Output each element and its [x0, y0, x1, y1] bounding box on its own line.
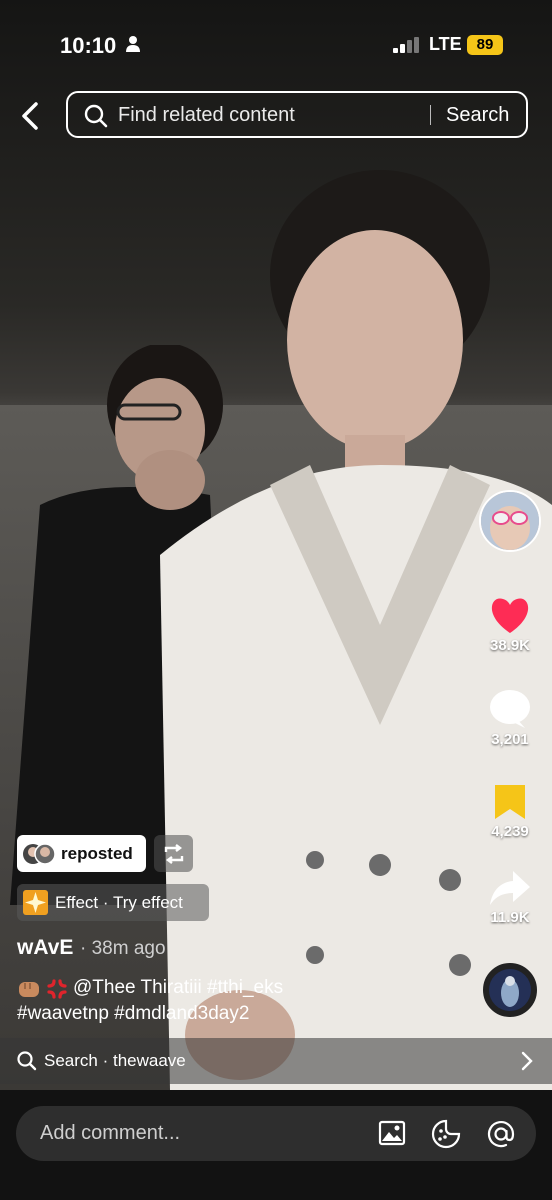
heart-icon [491, 598, 529, 633]
reposter-avatars [23, 843, 55, 865]
back-icon[interactable] [15, 100, 47, 132]
reposted-chip[interactable]: reposted [17, 835, 146, 872]
search-placeholder: Find related content [118, 104, 295, 126]
related-search-label: Search · thewaave [44, 1051, 186, 1070]
video-player-screen: 10:10 LTE 89 Find related content Search [0, 0, 552, 1200]
related-search-bar[interactable]: Search · thewaave [0, 1038, 552, 1084]
battery-indicator: 89 [467, 35, 503, 55]
author-name[interactable]: wAvE [17, 936, 73, 960]
caption-hashtags[interactable]: #waavetnp #dmdland3day2 [17, 1003, 249, 1025]
search-button[interactable]: Search [446, 104, 509, 127]
share-button[interactable]: 11.9K [470, 869, 550, 926]
image-icon[interactable] [378, 1119, 406, 1147]
search-field[interactable]: Find related content Search [66, 91, 528, 138]
search-divider [430, 105, 431, 125]
comment-placeholder: Add comment... [40, 1122, 181, 1144]
effect-icon [23, 890, 48, 915]
share-count: 11.9K [490, 909, 530, 926]
search-icon [17, 1051, 37, 1071]
comment-icon [490, 690, 530, 728]
signal-icon [393, 37, 419, 53]
repost-button[interactable] [154, 835, 193, 872]
save-button[interactable]: 4,239 [470, 783, 550, 840]
bookmark-icon [495, 785, 525, 819]
emoji-icon[interactable] [431, 1119, 461, 1149]
fist-emoji-icon [19, 982, 39, 997]
sound-cover [489, 969, 531, 1011]
share-icon [490, 871, 530, 905]
network-type: LTE [429, 34, 462, 54]
reposted-label: reposted [61, 844, 133, 863]
post-time: · 38m ago [80, 938, 166, 959]
creator-avatar[interactable] [479, 490, 541, 552]
video-frame[interactable] [0, 0, 552, 1090]
person-icon [126, 36, 140, 52]
comment-bar: Add comment... [0, 1090, 552, 1200]
comment-input[interactable]: Add comment... [16, 1106, 536, 1161]
search-icon [84, 104, 108, 128]
caption-mention[interactable]: @Thee Thiratiii #tthi_eks [73, 977, 283, 999]
clock: 10:10 [60, 33, 117, 58]
avatar-image [481, 492, 539, 550]
effect-label: Effect · Try effect [55, 893, 183, 912]
save-count: 4,239 [491, 823, 529, 840]
at-icon[interactable] [486, 1119, 516, 1149]
repost-icon [164, 844, 184, 864]
status-bar: 10:10 LTE 89 [0, 0, 552, 86]
like-button[interactable]: 38.9K [470, 597, 550, 654]
anger-emoji-icon [47, 979, 67, 999]
effect-chip[interactable]: Effect · Try effect [17, 884, 209, 921]
like-count: 38.9K [489, 637, 531, 654]
sound-disc[interactable] [483, 963, 537, 1017]
comment-count: 3,201 [491, 731, 529, 748]
chevron-right-icon [521, 1051, 533, 1071]
comment-button[interactable]: 3,201 [470, 689, 550, 748]
